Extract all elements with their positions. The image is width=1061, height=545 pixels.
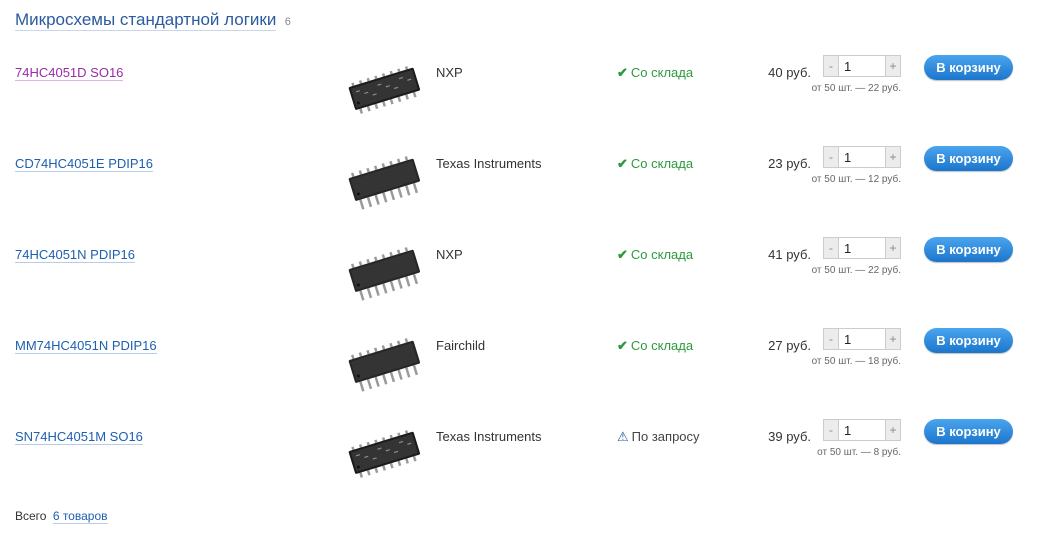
quantity-increase-button[interactable]: + (885, 328, 901, 350)
quantity-input[interactable] (839, 328, 885, 350)
stock-status-label: По запросу (631, 429, 700, 444)
category-title[interactable]: Микросхемы стандартной логики (15, 10, 277, 31)
stock-status: ⚠ По запросу (617, 429, 700, 444)
manufacturer: Texas Instruments (436, 429, 542, 444)
stock-status-label: Со склада (630, 156, 694, 171)
quantity-decrease-button[interactable]: - (823, 237, 839, 259)
stock-status: ✔ Со склада (617, 247, 693, 262)
stock-status-label: Со склада (630, 338, 694, 353)
stock-status: ✔ Со склада (617, 156, 693, 171)
footer-label: Всего (15, 509, 47, 523)
unit-price: 27 руб. (768, 338, 811, 353)
manufacturer: NXP (436, 65, 463, 80)
bulk-price: от 50 шт. — 18 руб. (811, 356, 901, 367)
quantity-stepper: -+ (823, 237, 901, 259)
stock-status-label: Со склада (630, 247, 694, 262)
checkmark-icon: ✔ (617, 338, 628, 353)
chip-image-pdip16 (348, 156, 421, 210)
product-row: SN74HC4051M SO16 Texas Instruments ⚠ По зап… (0, 419, 1061, 520)
quantity-input[interactable] (839, 55, 885, 77)
chip-image-so16 (348, 430, 421, 478)
quantity-stepper: -+ (823, 419, 901, 441)
footer-total: Всего 6 товаров (15, 509, 108, 524)
unit-price: 39 руб. (768, 429, 811, 444)
product-name-link[interactable]: 74HC4051D SO16 (15, 65, 124, 81)
quantity-increase-button[interactable]: + (885, 419, 901, 441)
product-row: MM74HC4051N PDIP16 Fairchild ✔ Со склада 27 … (0, 328, 1061, 429)
bulk-price: от 50 шт. — 8 руб. (817, 447, 901, 458)
checkmark-icon: ✔ (617, 247, 628, 262)
warning-icon: ⚠ (617, 429, 629, 444)
manufacturer: Fairchild (436, 338, 486, 353)
quantity-decrease-button[interactable]: - (823, 419, 839, 441)
product-row: 74HC4051D SO16NXP✔Со склада40 руб.-+от 5… (0, 55, 1061, 156)
manufacturer: Texas Instruments (436, 156, 542, 171)
checkmark-icon: ✔ (617, 65, 628, 80)
bulk-price: от 50 шт. — 22 руб. (811, 265, 901, 276)
add-to-cart-button[interactable]: В корзину (924, 237, 1013, 262)
stock-status: ✔ Со склада (617, 338, 693, 353)
product-name-link[interactable]: 74HC4051N PDIP16 (15, 247, 135, 263)
add-to-cart-button[interactable]: В корзину (924, 55, 1013, 80)
unit-price: 23 руб. (768, 156, 811, 171)
add-to-cart-button[interactable]: В корзину (924, 419, 1013, 444)
quantity-input[interactable] (839, 146, 885, 168)
product-name-link[interactable]: SN74HC4051M SO16 (15, 429, 143, 445)
bulk-price: от 50 шт. — 12 руб. (811, 174, 901, 185)
quantity-stepper: -+ (823, 146, 901, 168)
unit-price: 40 руб. (768, 65, 811, 80)
quantity-stepper: -+ (823, 328, 901, 350)
product-name-link[interactable]: MM74HC4051N PDIP16 (15, 338, 157, 354)
stock-status-label: Со склада (630, 65, 694, 80)
quantity-decrease-button[interactable]: - (823, 55, 839, 77)
manufacturer: NXP (436, 247, 463, 262)
chip-image-pdip16 (348, 247, 421, 301)
product-row: 74HC4051N PDIP16NXP✔Со склада41 руб.-+от… (0, 237, 1061, 338)
add-to-cart-button[interactable]: В корзину (924, 146, 1013, 171)
quantity-stepper: -+ (823, 55, 901, 77)
quantity-increase-button[interactable]: + (885, 146, 901, 168)
quantity-input[interactable] (839, 419, 885, 441)
stock-status: ✔ Со склада (617, 65, 693, 80)
chip-image-pdip16 (348, 338, 421, 392)
quantity-decrease-button[interactable]: - (823, 146, 839, 168)
total-products-link[interactable]: 6 товаров (52, 509, 108, 524)
quantity-decrease-button[interactable]: - (823, 328, 839, 350)
add-to-cart-button[interactable]: В корзину (924, 328, 1013, 353)
quantity-increase-button[interactable]: + (885, 55, 901, 77)
product-row: CD74HC4051E PDIP16 Texas Instruments ✔ Со с… (0, 146, 1061, 247)
product-name-link[interactable]: CD74HC4051E PDIP16 (15, 156, 154, 172)
category-count: 6 (284, 16, 291, 28)
chip-image-so16 (348, 66, 421, 114)
quantity-input[interactable] (839, 237, 885, 259)
unit-price: 41 руб. (768, 247, 811, 262)
category-heading: Микросхемы стандартной логики 6 (15, 10, 291, 31)
bulk-price: от 50 шт. — 22 руб. (811, 83, 901, 94)
checkmark-icon: ✔ (617, 156, 628, 171)
quantity-increase-button[interactable]: + (885, 237, 901, 259)
